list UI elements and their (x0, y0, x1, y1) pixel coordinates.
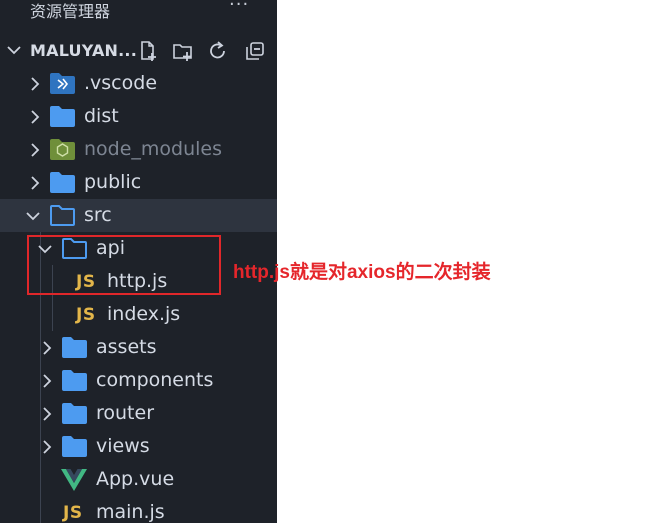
folder-icon (50, 106, 75, 127)
tree-item-views[interactable]: views (0, 430, 277, 463)
tree-item-label: assets (96, 336, 157, 358)
vscode-folder-icon (50, 73, 75, 94)
folder-open-icon (50, 205, 75, 226)
tree-item-label: node_modules (84, 138, 223, 160)
chevron-right-icon (43, 407, 52, 421)
javascript-file-icon: JS (63, 503, 83, 523)
tree-item-router[interactable]: router (0, 397, 277, 430)
folder-icon (62, 337, 87, 358)
tree-item-label: .vscode (84, 72, 158, 94)
workspace-header[interactable]: MALUYAN... (0, 34, 277, 67)
javascript-file-icon: JS (76, 305, 96, 325)
chevron-down-icon (26, 212, 40, 221)
tree-item-label: index.js (107, 303, 181, 325)
folder-icon (50, 172, 75, 193)
new-file-icon[interactable] (137, 40, 159, 62)
tree-item-label: components (96, 369, 214, 391)
node-folder-icon (50, 139, 75, 160)
chevron-right-icon (31, 110, 40, 124)
tree-item-src[interactable]: src (0, 199, 277, 232)
annotation-text: http.js就是对axios的二次封装 (233, 262, 491, 283)
tree-item-label: main.js (96, 501, 165, 523)
tree-item-label: dist (84, 105, 119, 127)
chevron-down-icon[interactable] (6, 42, 22, 58)
refresh-icon[interactable] (207, 40, 229, 62)
tree-item-index-js[interactable]: JS index.js (0, 298, 277, 331)
vue-file-icon (61, 469, 87, 491)
chevron-right-icon (43, 341, 52, 355)
tree-item-label: views (96, 435, 150, 457)
explorer-title: 资源管理器 (30, 2, 111, 21)
highlight-box (27, 235, 221, 295)
tree-item-main-js[interactable]: JS main.js (0, 496, 277, 523)
chevron-right-icon (31, 77, 40, 91)
tree-item-label: src (84, 204, 112, 226)
explorer-header: 资源管理器 ··· (0, 0, 277, 24)
tree-item-node-modules[interactable]: node_modules (0, 133, 277, 166)
chevron-right-icon (43, 440, 52, 454)
tree-item-components[interactable]: components (0, 364, 277, 397)
folder-icon (62, 403, 87, 424)
chevron-right-icon (31, 143, 40, 157)
tree-item-assets[interactable]: assets (0, 331, 277, 364)
chevron-right-icon (43, 374, 52, 388)
workspace-name[interactable]: MALUYAN... (30, 41, 137, 60)
folder-icon (62, 436, 87, 457)
tree-item-vscode[interactable]: .vscode (0, 67, 277, 100)
new-folder-icon[interactable] (172, 40, 194, 62)
tree-item-label: router (96, 402, 155, 424)
more-actions-icon[interactable]: ··· (229, 0, 249, 15)
chevron-right-icon (31, 176, 40, 190)
tree-item-dist[interactable]: dist (0, 100, 277, 133)
tree-item-label: public (84, 171, 142, 193)
collapse-all-icon[interactable] (244, 40, 266, 62)
tree-item-label: App.vue (96, 468, 175, 490)
tree-item-public[interactable]: public (0, 166, 277, 199)
folder-icon (62, 370, 87, 391)
tree-item-app-vue[interactable]: App.vue (0, 463, 277, 496)
